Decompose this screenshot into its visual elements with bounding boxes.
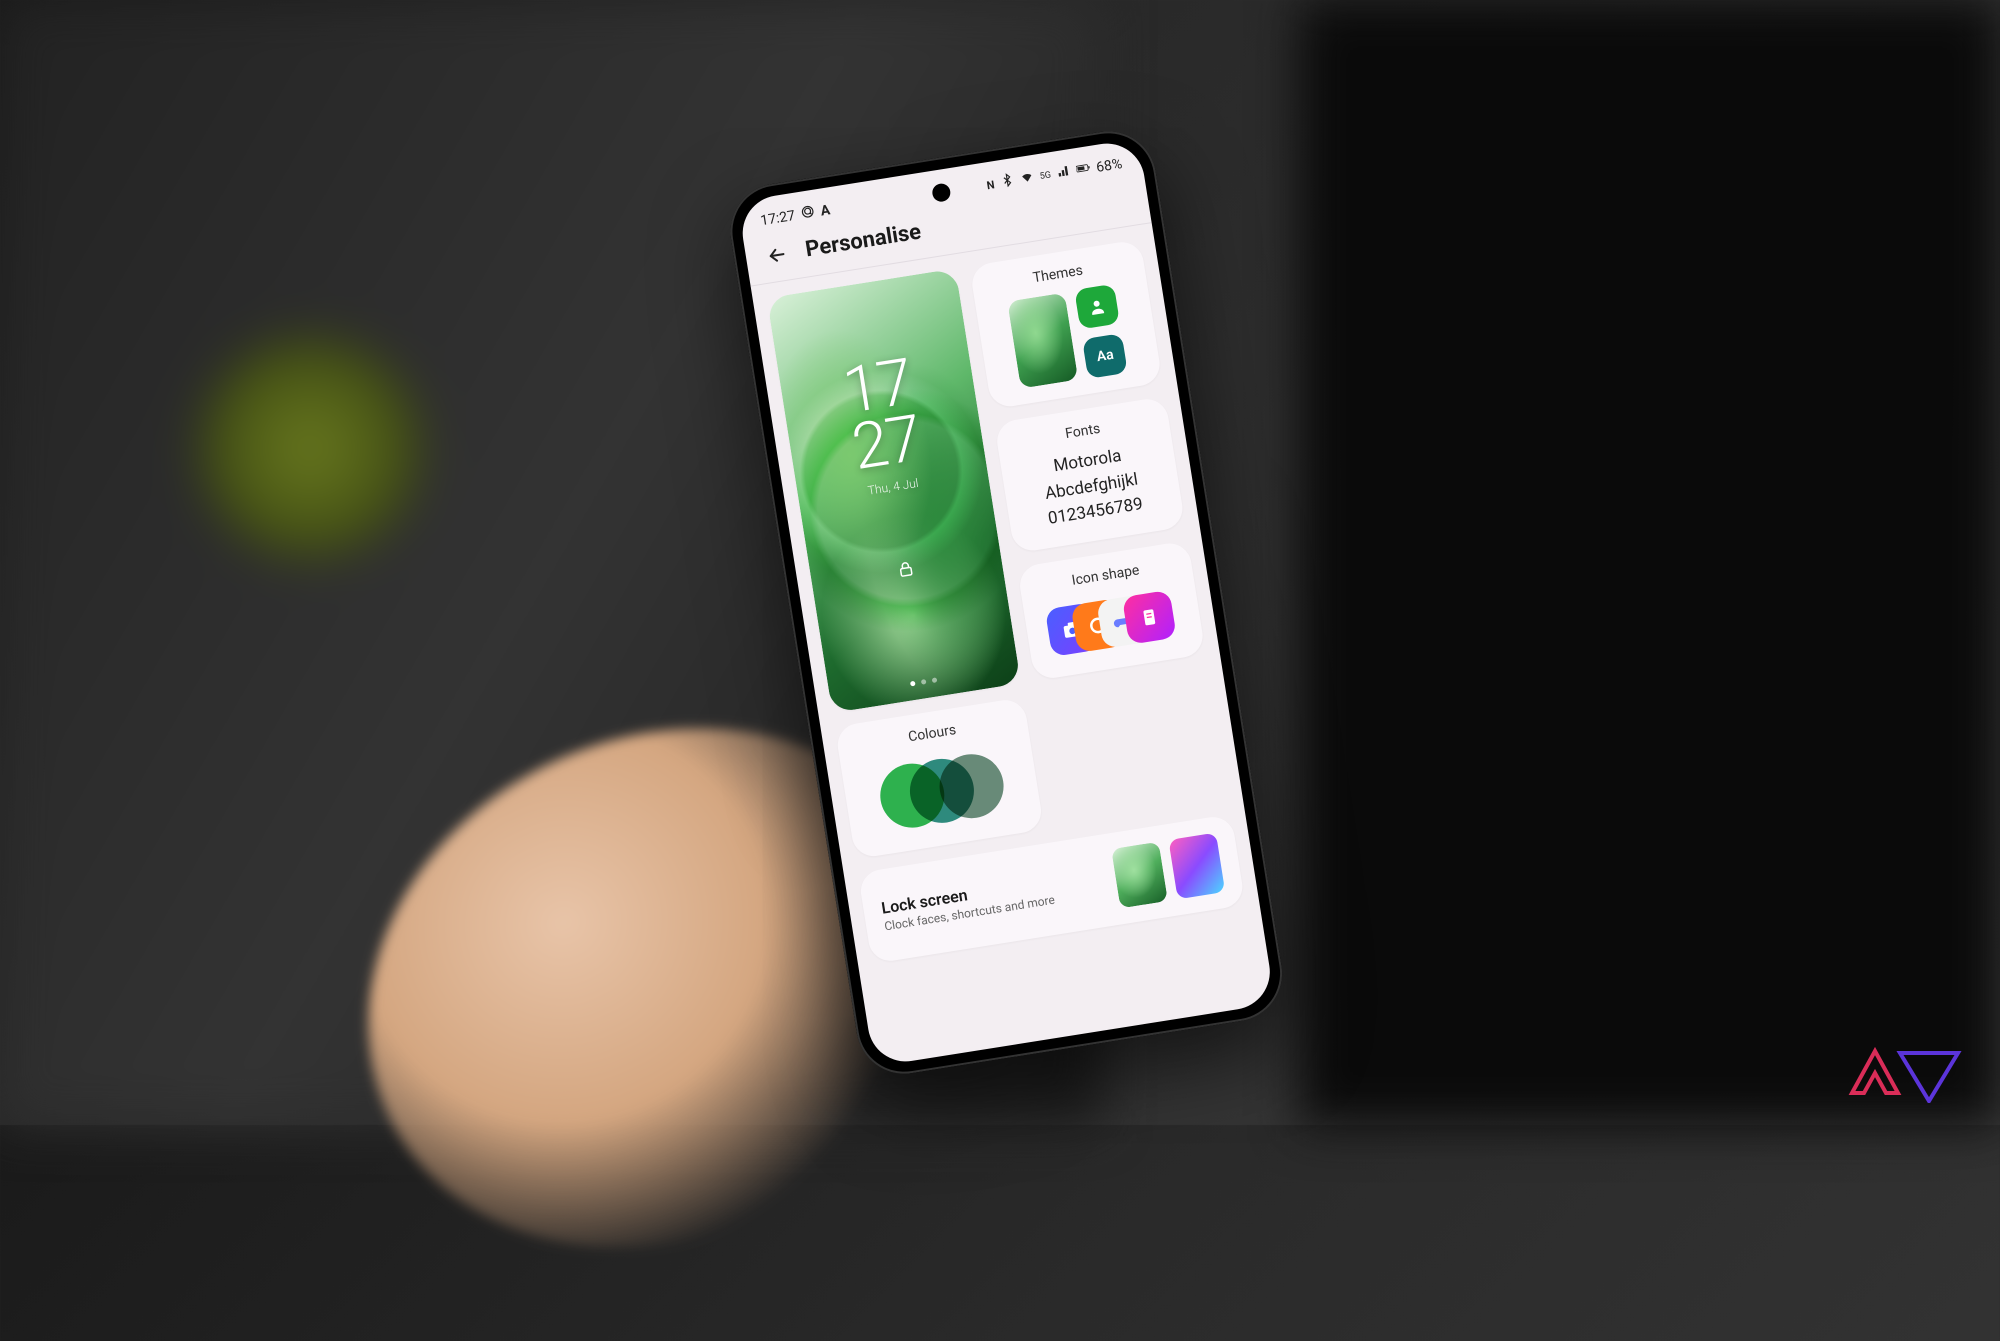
contacts-app-tile (1075, 283, 1121, 329)
wifi-icon (1019, 169, 1036, 189)
document-app-icon (1122, 589, 1177, 644)
status-time: 17:27 (759, 207, 796, 228)
fonts-card[interactable]: Fonts Motorola Abcdefghijkl 0123456789 (994, 396, 1186, 553)
app-notification-icon: A (819, 202, 831, 219)
lock-screen-thumb-1 (1111, 841, 1168, 908)
themes-card[interactable]: Themes Aa (969, 239, 1163, 409)
lock-icon (896, 558, 917, 583)
icon-shape-card[interactable]: Icon shape (1017, 540, 1206, 681)
lock-screen-thumb-2 (1168, 832, 1225, 899)
whatsapp-notification-icon (800, 203, 817, 223)
nfc-icon: N (986, 177, 996, 191)
battery-percent: 68% (1095, 156, 1123, 176)
font-tile-label: Aa (1096, 346, 1115, 364)
colours-card[interactable]: Colours (835, 697, 1044, 859)
lock-screen-thumbs (1111, 832, 1225, 908)
fonts-sample: Motorola Abcdefghijkl 0123456789 (1014, 437, 1170, 535)
page-title: Personalise (804, 219, 923, 262)
colour-venn-diagram (871, 741, 1012, 840)
theme-thumbnail (1008, 292, 1079, 388)
battery-icon (1075, 160, 1092, 180)
bluetooth-icon (999, 172, 1016, 192)
font-app-tile: Aa (1082, 333, 1128, 379)
lock-clock: 17 27 Thu, 4 Jul (779, 343, 989, 508)
back-arrow-icon[interactable] (764, 242, 789, 267)
androidpolice-watermark (1840, 1043, 1970, 1107)
signal-icon (1055, 163, 1072, 183)
network-type-label: 5G (1039, 170, 1052, 182)
icon-shape-cluster (1044, 583, 1182, 663)
